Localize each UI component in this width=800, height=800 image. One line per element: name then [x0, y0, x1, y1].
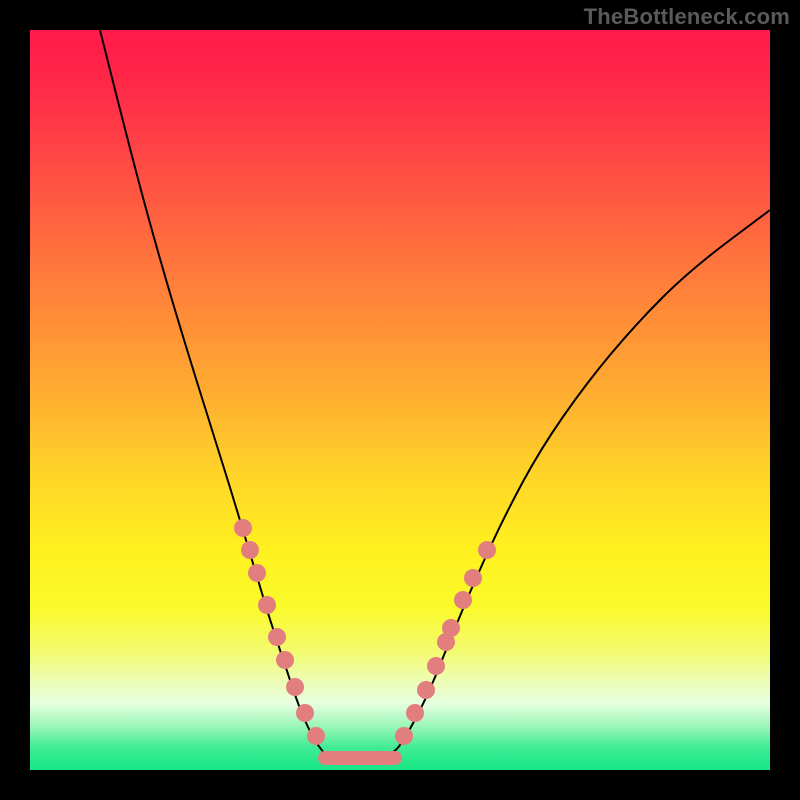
chart-frame: TheBottleneck.com: [0, 0, 800, 800]
bead-marker: [258, 596, 276, 614]
bead-marker: [464, 569, 482, 587]
plot-area: [30, 30, 770, 770]
bead-marker: [406, 704, 424, 722]
bead-marker: [454, 591, 472, 609]
watermark-text: TheBottleneck.com: [584, 4, 790, 30]
bead-marker: [268, 628, 286, 646]
bead-marker: [307, 727, 325, 745]
bead-marker: [234, 519, 252, 537]
bead-marker: [478, 541, 496, 559]
bead-marker: [296, 704, 314, 722]
curve-svg: [30, 30, 770, 770]
bead-marker: [286, 678, 304, 696]
beads-left-group: [234, 519, 325, 745]
bead-marker: [442, 619, 460, 637]
bead-marker: [241, 541, 259, 559]
bead-marker: [417, 681, 435, 699]
beads-right-group: [395, 541, 496, 745]
bead-marker: [427, 657, 445, 675]
bead-marker: [276, 651, 294, 669]
bottleneck-curve: [100, 30, 770, 760]
bead-marker: [395, 727, 413, 745]
bead-marker: [248, 564, 266, 582]
